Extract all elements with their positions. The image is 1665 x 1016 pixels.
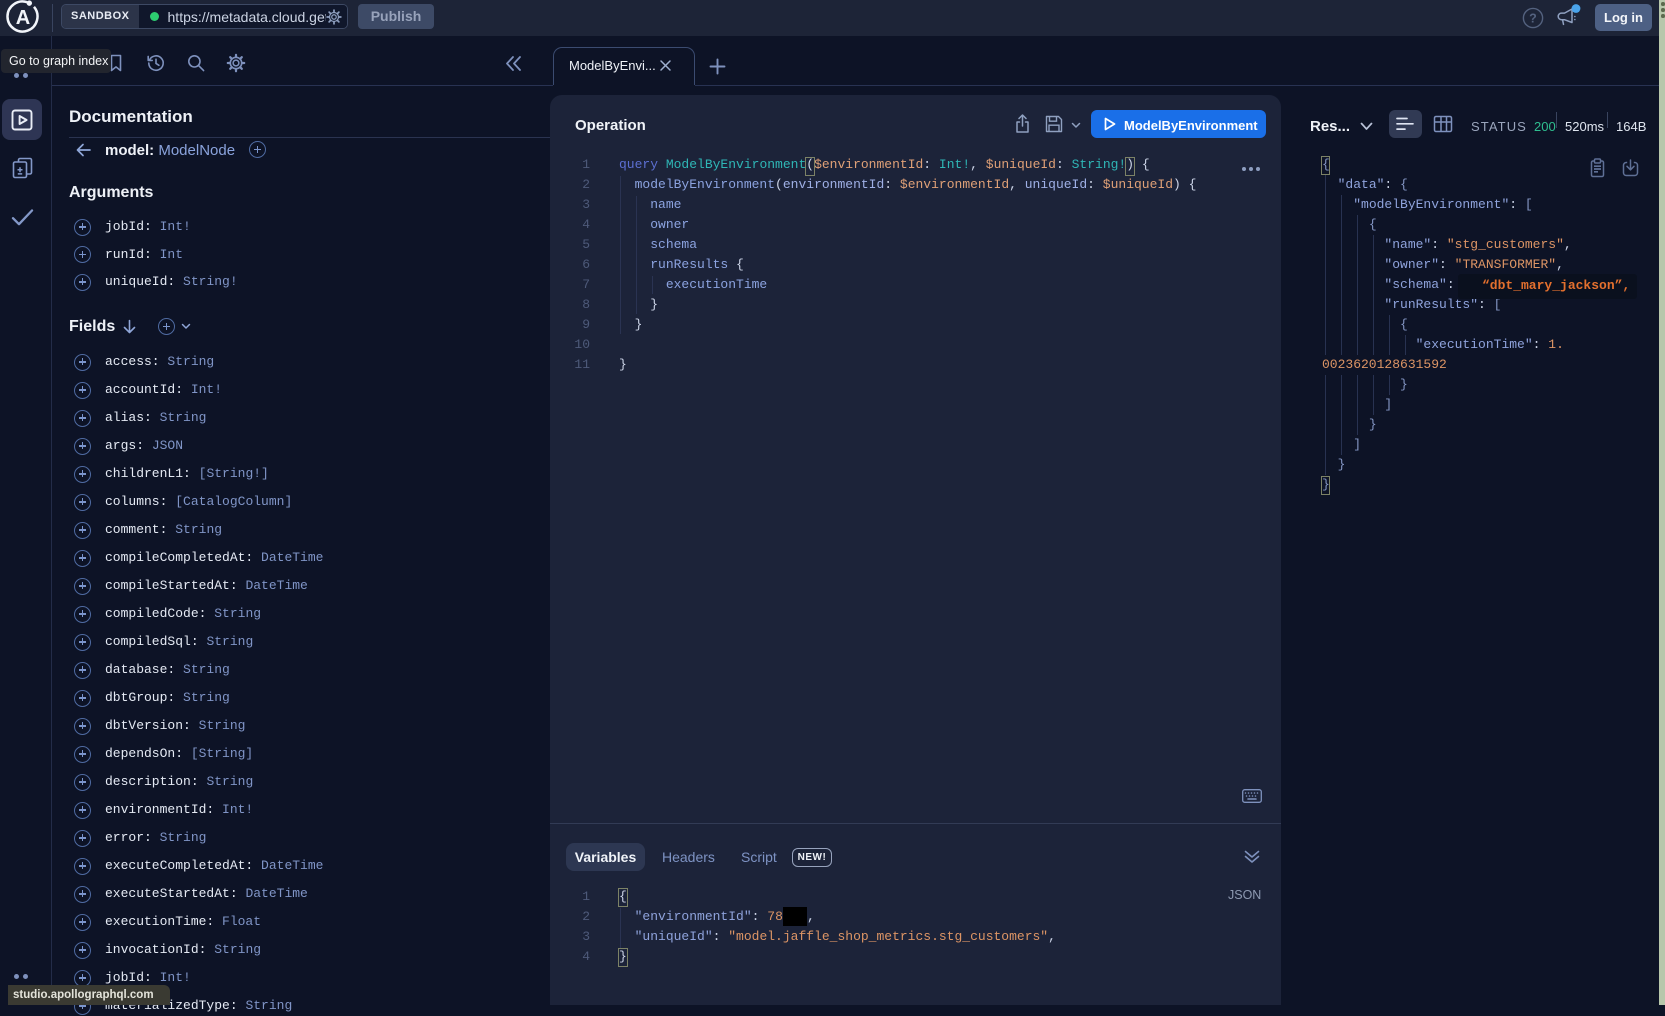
svg-text:?: ? — [1529, 12, 1537, 26]
svg-text:A: A — [16, 7, 30, 29]
